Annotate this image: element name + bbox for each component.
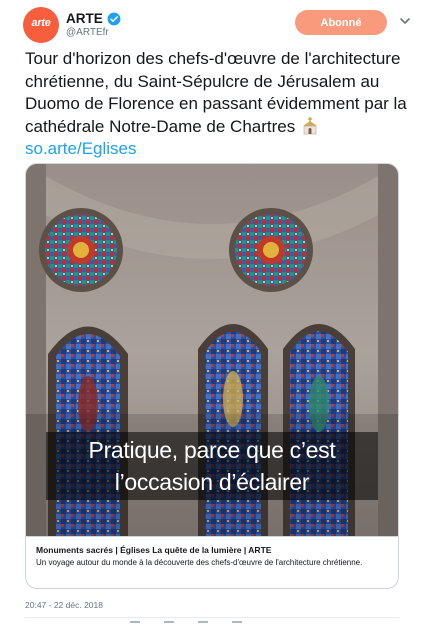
- like-icon[interactable]: [198, 621, 208, 628]
- divider: [25, 617, 399, 618]
- card-description: Un voyage autour du monde à la découvert…: [36, 558, 363, 567]
- card-title[interactable]: Monuments sacrés | Églises La quête de l…: [36, 545, 388, 556]
- avatar[interactable]: arte: [23, 7, 59, 43]
- verified-badge-icon: [107, 12, 121, 25]
- tweet-text: Tour d'horizon des chefs-d'œuvre de l'ar…: [25, 48, 415, 161]
- avatar-logo-text: arte: [31, 17, 51, 29]
- church-icon: [302, 116, 317, 134]
- tweet-timestamp[interactable]: 20:47 - 22 déc. 2018: [25, 600, 103, 610]
- account-name[interactable]: ARTE: [66, 11, 103, 26]
- link-card[interactable]: Pratique, parce que c’est l’occasion d’é…: [25, 163, 399, 589]
- tweet-body: Tour d'horizon des chefs-d'œuvre de l'ar…: [25, 49, 407, 136]
- account-name-row[interactable]: ARTE: [66, 11, 121, 26]
- card-body[interactable]: Monuments sacrés | Églises La quête de l…: [26, 536, 398, 588]
- video-subtitle: Pratique, parce que c’est l’occasion d’é…: [46, 432, 378, 500]
- retweet-icon[interactable]: [164, 621, 174, 628]
- chevron-down-icon[interactable]: [398, 14, 412, 28]
- tweet-link[interactable]: so.arte/Eglises: [25, 139, 137, 158]
- reply-icon[interactable]: [130, 621, 140, 628]
- tweet-actions: [130, 621, 242, 628]
- following-button[interactable]: Abonné: [295, 10, 387, 35]
- message-icon[interactable]: [232, 621, 242, 628]
- tweet-header: arte ARTE @ARTEfr Abonné: [0, 0, 424, 44]
- account-handle[interactable]: @ARTEfr: [66, 27, 109, 38]
